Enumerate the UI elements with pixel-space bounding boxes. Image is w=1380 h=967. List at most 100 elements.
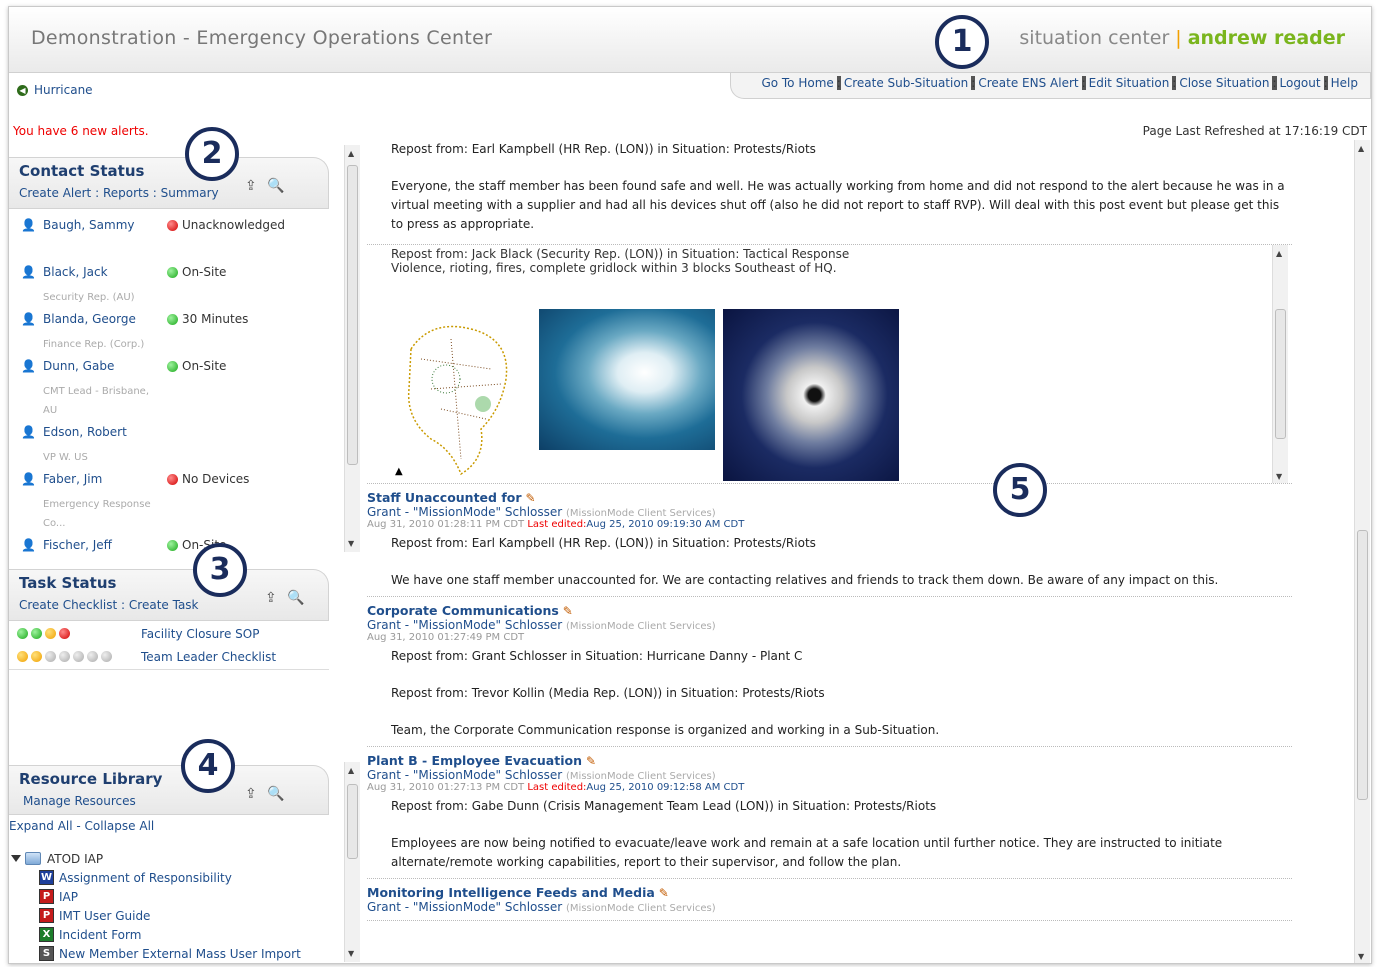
tree-item[interactable]: P IAP	[9, 889, 339, 908]
contact-status-link[interactable]: Summary	[161, 186, 219, 200]
entry-title-text[interactable]: Monitoring Intelligence Feeds and Media	[367, 885, 655, 900]
contact-row[interactable]: 👤 Edson, Robert VP W. US	[9, 419, 329, 466]
expand-triangle-icon[interactable]	[11, 855, 21, 862]
contact-status-link[interactable]: Create Alert	[19, 186, 91, 200]
contact-row[interactable]: 👤 Black, Jack Security Rep. (AU) On-Site	[9, 259, 329, 306]
contact-row[interactable]: 👤 Baugh, Sammy Unacknowledged	[9, 212, 329, 259]
entry-title[interactable]: Monitoring Intelligence Feeds and Media ✎	[367, 885, 1292, 900]
tree-item[interactable]: X Incident Form	[9, 927, 339, 946]
feed-scrollbar[interactable]: ▲ ▼	[1354, 140, 1370, 963]
contact-row[interactable]: 👤 Faber, Jim Emergency Response Co... No De…	[9, 466, 329, 532]
nav-link[interactable]: Go To Home	[761, 76, 833, 90]
collapse-all-link[interactable]: Collapse All	[85, 819, 155, 833]
upload-icon[interactable]: ⇪	[265, 590, 277, 606]
task-progress-dots	[17, 651, 112, 662]
contact-name[interactable]: Edson, Robert	[43, 425, 127, 439]
nav-link[interactable]: Create Sub-Situation	[844, 76, 968, 90]
contact-name[interactable]: Black, Jack	[43, 265, 108, 279]
tree-item-label[interactable]: IMT User Guide	[59, 909, 150, 923]
tree-item[interactable]: W Assignment of Responsibility	[9, 870, 339, 889]
author-name[interactable]: Grant - "MissionMode" Schlosser	[367, 768, 562, 782]
scroll-up-icon[interactable]: ▲	[1358, 144, 1364, 153]
tree-item-label[interactable]: Incident Form	[59, 928, 141, 942]
new-alerts-notice[interactable]: You have 6 new alerts.	[13, 124, 149, 138]
entry-title[interactable]: Plant B - Employee Evacuation ✎	[367, 753, 1292, 768]
tree-folder[interactable]: ATOD IAP	[9, 851, 339, 870]
contact-role: Security Rep. (AU)	[43, 292, 135, 303]
map-image[interactable]: ▲	[391, 309, 531, 481]
task-row[interactable]: Team Leader Checklist	[9, 647, 329, 670]
edit-pencil-icon[interactable]: ✎	[659, 886, 669, 900]
tree-item[interactable]: P IMT User Guide	[9, 908, 339, 927]
contact-row[interactable]: 👤 Blanda, George Finance Rep. (Corp.) 30 Mi…	[9, 306, 329, 353]
inner-scrollbar[interactable]: ▲ ▼	[1272, 245, 1288, 483]
contact-scrollbar[interactable]: ▲ ▼	[344, 145, 360, 552]
edit-pencil-icon[interactable]: ✎	[586, 754, 596, 768]
scroll-thumb[interactable]	[347, 784, 358, 859]
scroll-thumb[interactable]	[1275, 309, 1286, 439]
entry-title[interactable]: Staff Unaccounted for ✎	[367, 490, 1292, 505]
contact-role: VP W. US	[43, 452, 88, 463]
task-name[interactable]: Team Leader Checklist	[141, 650, 276, 664]
search-icon[interactable]: 🔍	[287, 590, 304, 606]
scroll-up-icon[interactable]: ▲	[348, 766, 354, 775]
task-row[interactable]: Facility Closure SOP	[9, 624, 329, 647]
folder-label[interactable]: ATOD IAP	[47, 852, 103, 866]
scroll-thumb[interactable]	[347, 165, 358, 465]
scroll-down-icon[interactable]: ▼	[348, 539, 354, 548]
edit-pencil-icon[interactable]: ✎	[526, 491, 536, 505]
upload-icon[interactable]: ⇪	[245, 786, 257, 802]
library-scrollbar[interactable]: ▲ ▼	[344, 762, 360, 962]
scroll-up-icon[interactable]: ▲	[348, 149, 354, 158]
scroll-thumb[interactable]	[1357, 530, 1368, 800]
search-icon[interactable]: 🔍	[267, 178, 284, 194]
entry-author[interactable]: Grant - "MissionMode" Schlosser (Mission…	[367, 505, 1292, 519]
entry-author[interactable]: Grant - "MissionMode" Schlosser (Mission…	[367, 618, 1292, 632]
task-status-link[interactable]: Create Task	[129, 598, 199, 612]
task-name[interactable]: Facility Closure SOP	[141, 627, 259, 641]
entry-author[interactable]: Grant - "MissionMode" Schlosser (Mission…	[367, 900, 1292, 914]
author-name[interactable]: Grant - "MissionMode" Schlosser	[367, 900, 562, 914]
entry-title-text[interactable]: Plant B - Employee Evacuation	[367, 753, 582, 768]
breadcrumb[interactable]: ◀ Hurricane	[17, 83, 93, 97]
tree-item[interactable]: S New Member External Mass User Import	[9, 946, 339, 963]
nav-link[interactable]: Logout	[1280, 76, 1321, 90]
expand-all-link[interactable]: Expand All	[9, 819, 73, 833]
earth-image[interactable]	[539, 309, 715, 450]
contact-row[interactable]: 👤 Dunn, Gabe CMT Lead - Brisbane, AU On-Sit…	[9, 353, 329, 419]
tree-item-label[interactable]: Assignment of Responsibility	[59, 871, 232, 885]
author-name[interactable]: Grant - "MissionMode" Schlosser	[367, 505, 562, 519]
contact-name[interactable]: Baugh, Sammy	[43, 218, 135, 232]
entry-title-text[interactable]: Staff Unaccounted for	[367, 490, 522, 505]
entry-title[interactable]: Corporate Communications ✎	[367, 603, 1292, 618]
tree-item-label[interactable]: IAP	[59, 890, 78, 904]
contact-row[interactable]: 👤Fischer, JeffEmployee Comm. Rep.On-Site	[9, 532, 329, 554]
upload-icon[interactable]: ⇪	[245, 178, 257, 194]
contact-name[interactable]: Faber, Jim	[43, 472, 102, 486]
tree-item-label[interactable]: New Member External Mass User Import	[59, 947, 301, 961]
nav-link[interactable]: Help	[1331, 76, 1358, 90]
contact-name[interactable]: Fischer, Jeff	[43, 538, 112, 552]
hurricane-image[interactable]	[723, 309, 899, 481]
entry-title-text[interactable]: Corporate Communications	[367, 603, 559, 618]
back-arrow-icon[interactable]: ◀	[17, 84, 28, 96]
user-name[interactable]: andrew reader	[1188, 27, 1345, 49]
scroll-up-icon[interactable]: ▲	[1276, 249, 1282, 258]
breadcrumb-label[interactable]: Hurricane	[34, 83, 93, 97]
entry-author[interactable]: Grant - "MissionMode" Schlosser (Mission…	[367, 768, 1292, 782]
scroll-down-icon[interactable]: ▼	[348, 949, 354, 958]
scroll-down-icon[interactable]: ▼	[1276, 472, 1282, 481]
author-name[interactable]: Grant - "MissionMode" Schlosser	[367, 618, 562, 632]
edit-pencil-icon[interactable]: ✎	[563, 604, 573, 618]
manage-resources-link[interactable]: Manage Resources	[23, 794, 136, 808]
contact-name[interactable]: Dunn, Gabe	[43, 359, 114, 373]
nav-link[interactable]: Edit Situation	[1089, 76, 1170, 90]
page-refreshed-time: Page Last Refreshed at 17:16:19 CDT	[1142, 124, 1367, 138]
task-status-link[interactable]: Create Checklist	[19, 598, 117, 612]
contact-status-link[interactable]: Reports	[103, 186, 149, 200]
search-icon[interactable]: 🔍	[267, 786, 284, 802]
nav-link[interactable]: Close Situation	[1179, 76, 1269, 90]
contact-name[interactable]: Blanda, George	[43, 312, 136, 326]
scroll-down-icon[interactable]: ▼	[1358, 952, 1364, 961]
nav-link[interactable]: Create ENS Alert	[978, 76, 1078, 90]
